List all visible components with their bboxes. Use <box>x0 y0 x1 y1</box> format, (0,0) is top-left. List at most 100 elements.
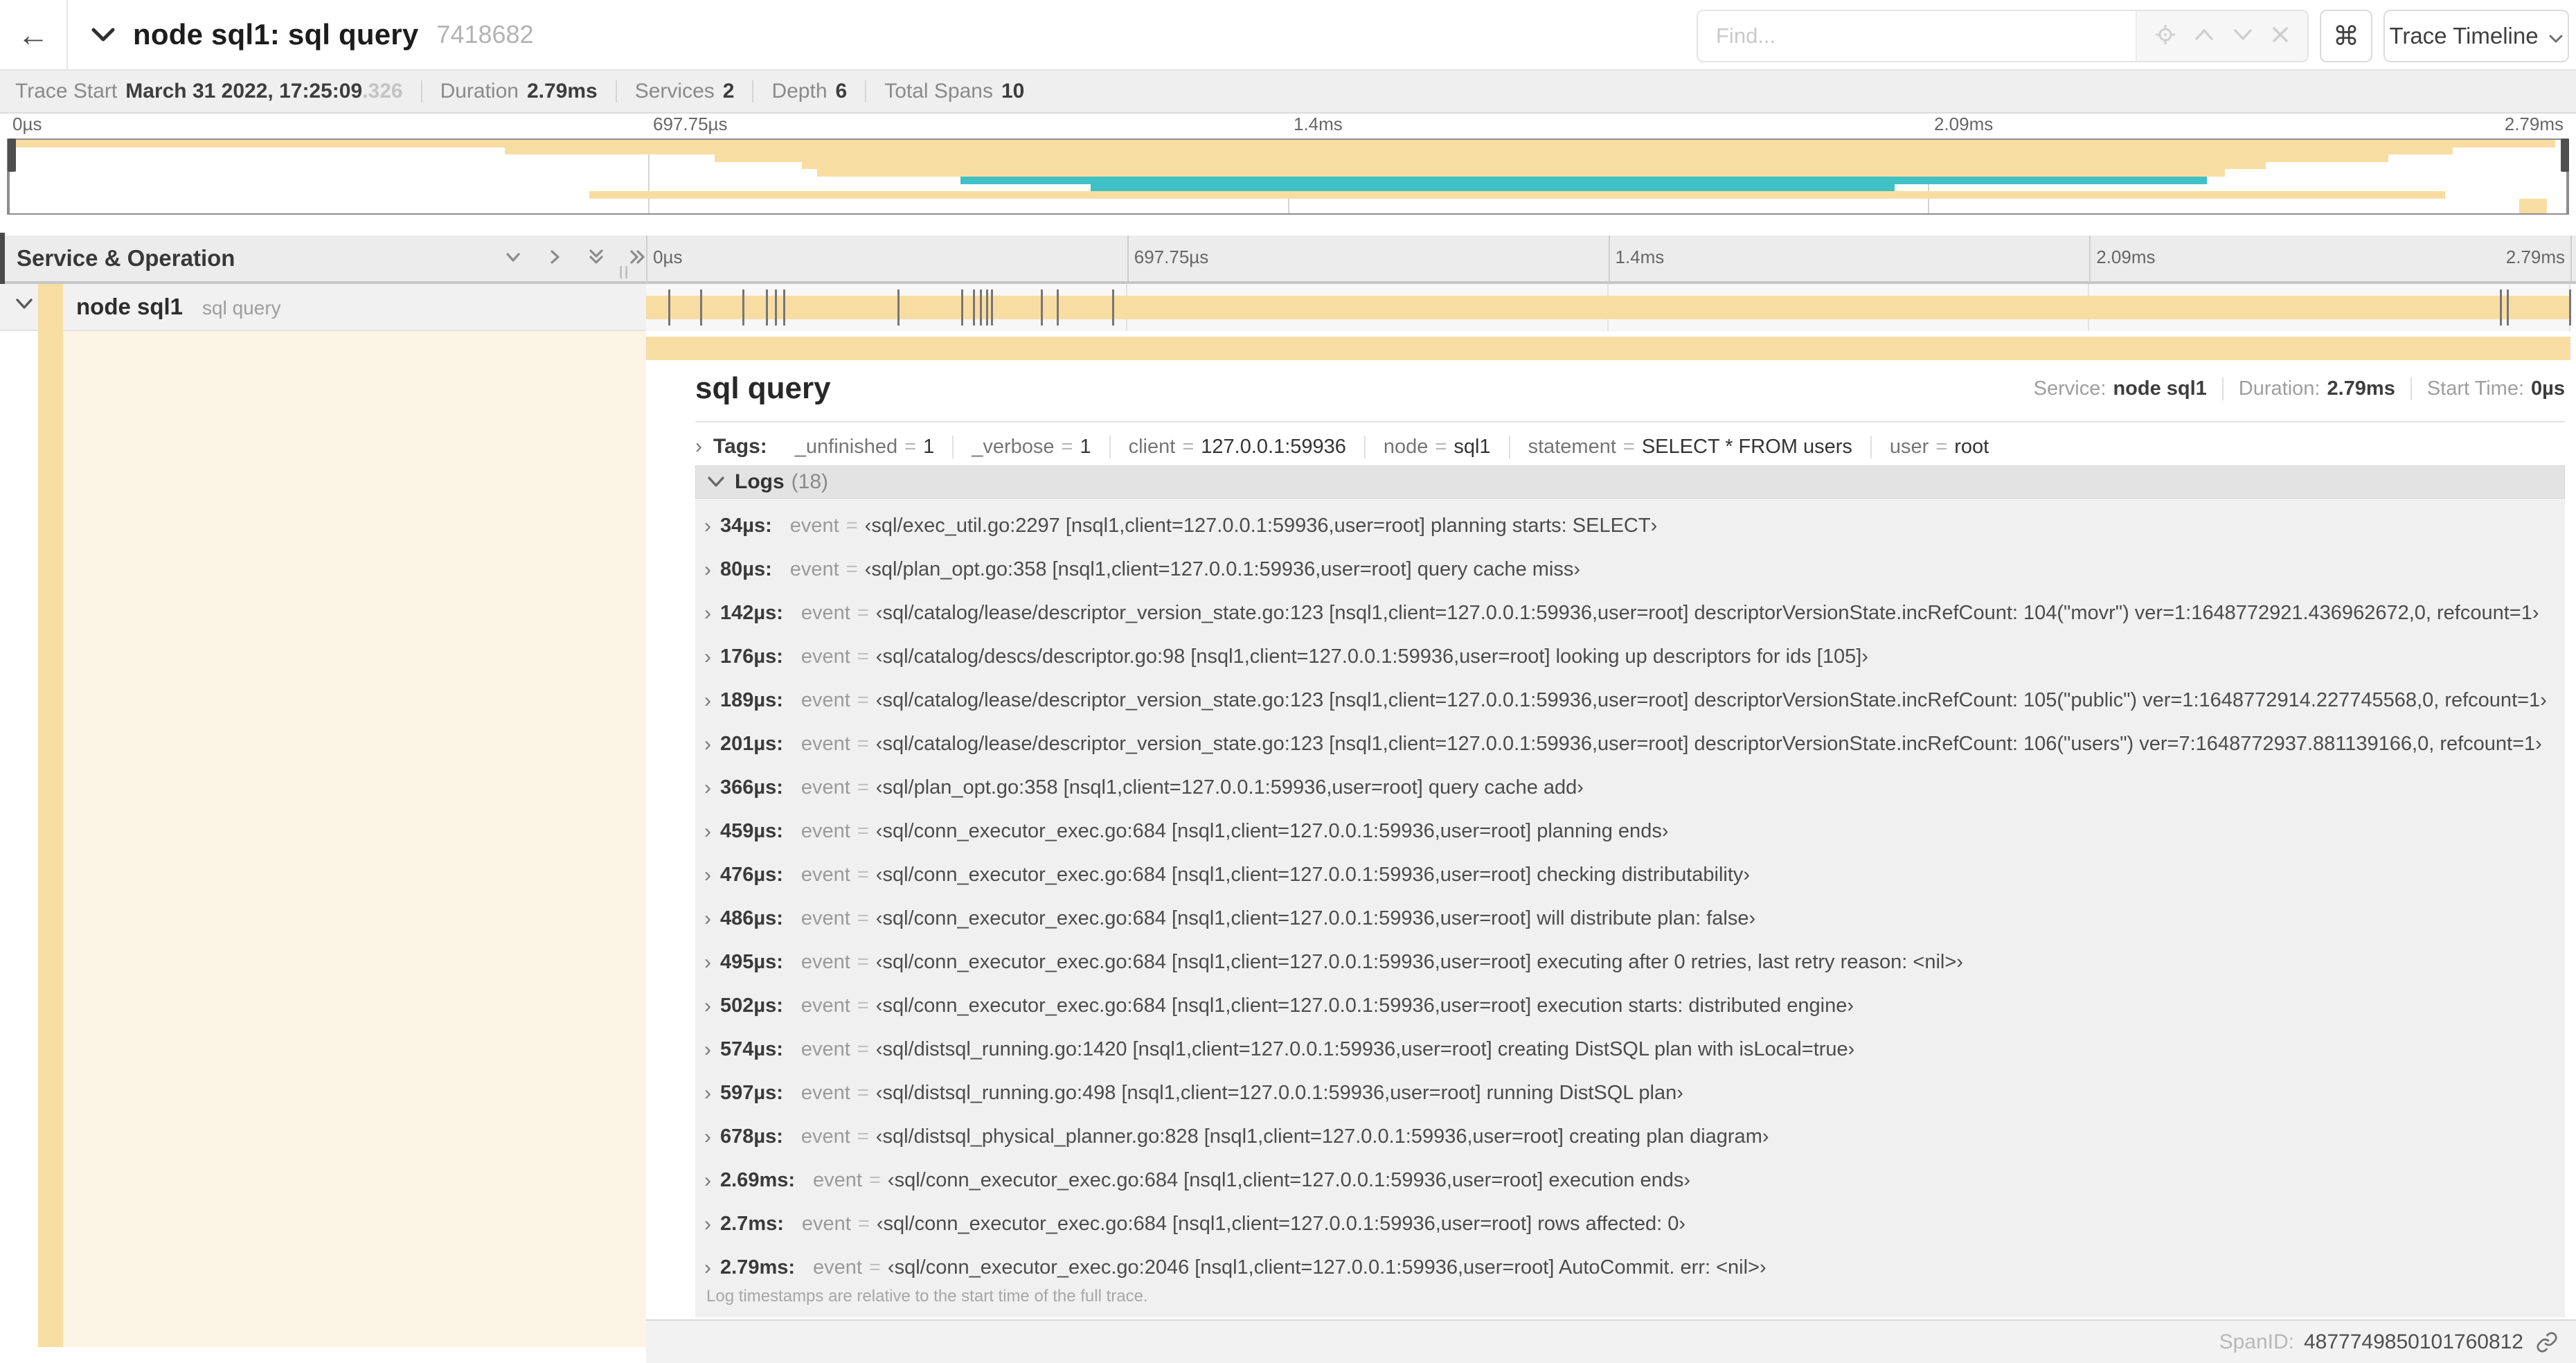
tags-row[interactable]: › Tags: _unfinished = 1 _verbose = 1 client = 12… <box>695 431 2565 463</box>
minimap-left-scrubber-handle[interactable] <box>8 139 16 172</box>
log-value: ‹sql/distsql_running.go:1420 [nsql1,clie… <box>875 1038 1855 1060</box>
stat-divider <box>420 80 422 103</box>
log-equals: = <box>857 602 869 624</box>
minimap-span-bar <box>801 161 2266 170</box>
log-time: 176µs: <box>720 645 783 668</box>
log-marker-tick <box>991 289 994 326</box>
log-row[interactable]: › 142µs: event = ‹sql/catalog/lease/descript… <box>695 591 2565 635</box>
timeline-section-header: Service & Operation 0µs 697.75µs 1.4ms 2.09… <box>0 235 2576 284</box>
log-time: 678µs: <box>720 1125 783 1148</box>
log-marker-tick <box>783 289 786 326</box>
log-chevron-icon: › <box>704 645 711 668</box>
detail-meta-value: 2.79ms <box>2327 377 2395 400</box>
log-time: 502µs: <box>720 995 783 1017</box>
stat-value: 2 <box>722 80 735 103</box>
tag-item: _verbose = 1 <box>952 435 1109 458</box>
ruler-gridline <box>2089 235 2091 281</box>
log-row[interactable]: › 574µs: event = ‹sql/distsql_running.go:142… <box>695 1028 2565 1071</box>
log-equals: = <box>857 1213 870 1235</box>
log-row[interactable]: › 201µs: event = ‹sql/catalog/lease/descript… <box>695 722 2565 766</box>
tag-value: 1 <box>1080 435 1091 458</box>
time-tick-label: 2.09ms <box>1934 114 1994 134</box>
stat-value: 2.79ms <box>526 80 598 103</box>
log-row[interactable]: › 459µs: event = ‹sql/conn_executor_exec.go:… <box>695 810 2565 853</box>
time-tick-label: 0µs <box>653 247 683 267</box>
log-value: ‹sql/catalog/lease/descriptor_version_st… <box>875 602 2539 624</box>
trace-page: ← node sql1: sql query 7418682 ⌘ Trace T… <box>0 0 2576 1363</box>
log-row[interactable]: › 176µs: event = ‹sql/catalog/descs/descript… <box>695 635 2565 679</box>
log-chevron-icon: › <box>704 1212 711 1236</box>
log-chevron-icon: › <box>704 558 711 581</box>
find-prev-icon[interactable] <box>2194 28 2215 45</box>
log-key: event <box>800 1038 850 1060</box>
find-clear-icon[interactable] <box>2271 26 2289 47</box>
log-row[interactable]: › 80µs: event = ‹sql/plan_opt.go:358 [nsql1,… <box>695 548 2565 591</box>
log-row[interactable]: › 2.7ms: event = ‹sql/conn_executor_exec.go:… <box>695 1202 2565 1246</box>
tags-label: Tags: <box>713 435 767 458</box>
detail-meta-value: node sql1 <box>2113 377 2207 400</box>
span-duration-bar[interactable] <box>646 296 2570 319</box>
detail-meta-item: Start Time: 0µs <box>2410 377 2565 400</box>
log-row[interactable]: › 502µs: event = ‹sql/conn_executor_exec.go:… <box>695 984 2565 1028</box>
logs-section-header[interactable]: Logs (18) <box>695 465 2565 499</box>
log-equals: = <box>857 1082 869 1104</box>
log-row[interactable]: › 34µs: event = ‹sql/exec_util.go:2297 [nsql… <box>695 504 2565 548</box>
log-value: ‹sql/distsql_physical_planner.go:828 [ns… <box>875 1125 1769 1148</box>
log-equals: = <box>857 951 869 973</box>
trace-view-select[interactable]: Trace Timeline <box>2383 10 2569 62</box>
log-time: 2.69ms: <box>720 1169 796 1191</box>
find-next-icon[interactable] <box>2233 28 2253 45</box>
log-row[interactable]: › 366µs: event = ‹sql/plan_opt.go:358 [nsql1… <box>695 766 2565 810</box>
collapse-all-icon[interactable] <box>586 247 607 271</box>
span-row: node sql1 sql query <box>0 284 2576 331</box>
log-row[interactable]: › 678µs: event = ‹sql/distsql_physical_plann… <box>695 1115 2565 1159</box>
expand-one-icon[interactable] <box>544 247 565 271</box>
log-chevron-icon: › <box>704 863 711 887</box>
find-input[interactable] <box>1698 11 2136 61</box>
log-key: event <box>800 995 850 1017</box>
log-time: 476µs: <box>720 864 783 886</box>
span-collapse-chevron-icon[interactable] <box>15 298 33 314</box>
chevron-down-icon <box>2548 23 2564 49</box>
log-row[interactable]: › 597µs: event = ‹sql/distsql_running.go:498… <box>695 1071 2565 1115</box>
log-chevron-icon: › <box>704 688 711 712</box>
log-row[interactable]: › 189µs: event = ‹sql/catalog/lease/descript… <box>695 679 2565 722</box>
locate-icon[interactable] <box>2155 24 2176 48</box>
log-equals: = <box>857 776 869 799</box>
command-icon: ⌘ <box>2333 21 2359 51</box>
minimap-right-scrubber-handle[interactable] <box>2561 139 2569 172</box>
log-row[interactable]: › 476µs: event = ‹sql/conn_executor_exec.go:… <box>695 853 2565 897</box>
log-row[interactable]: › 486µs: event = ‹sql/conn_executor_exec.go:… <box>695 897 2565 941</box>
log-row[interactable]: › 495µs: event = ‹sql/conn_executor_exec.go:… <box>695 941 2565 984</box>
log-equals: = <box>857 645 869 668</box>
log-time: 486µs: <box>720 907 783 929</box>
back-button[interactable]: ← <box>0 0 68 69</box>
detail-span-bar <box>646 337 2570 360</box>
keyboard-shortcuts-button[interactable]: ⌘ <box>2320 10 2372 62</box>
log-equals: = <box>857 733 869 755</box>
log-value: ‹sql/catalog/lease/descriptor_version_st… <box>875 689 2547 711</box>
log-row[interactable]: › 2.69ms: event = ‹sql/conn_executor_exec.go… <box>695 1159 2565 1202</box>
span-row-name-cell[interactable]: node sql1 sql query <box>0 284 646 331</box>
page-title: node sql1: sql query <box>133 18 419 51</box>
minimap-canvas[interactable] <box>7 139 2569 215</box>
tag-item: client = 127.0.0.1:59936 <box>1109 435 1364 458</box>
log-value: ‹sql/conn_executor_exec.go:684 [nsql1,cl… <box>875 951 1963 973</box>
log-chevron-icon: › <box>704 601 711 625</box>
log-value: ‹sql/catalog/lease/descriptor_version_st… <box>875 733 2542 755</box>
log-equals: = <box>868 1169 881 1191</box>
minimap-span-bar <box>960 177 2207 184</box>
span-detail-footer: SpanID: 4877749850101760812 <box>646 1319 2576 1363</box>
log-key: event <box>813 1256 862 1279</box>
log-row[interactable]: › 2.79ms: event = ‹sql/conn_executor_exec.go… <box>695 1246 2565 1290</box>
deep-link-icon[interactable] <box>2536 1331 2558 1353</box>
collapse-trace-chevron-icon[interactable] <box>91 27 115 42</box>
trace-id: 7418682 <box>436 20 534 48</box>
log-key: event <box>800 733 850 755</box>
collapse-one-icon[interactable] <box>503 247 524 271</box>
time-tick-label: 1.4ms <box>1294 114 1343 134</box>
timeline-ruler: 0µs 697.75µs 1.4ms 2.09ms 2.79ms <box>646 235 2572 281</box>
log-time: 574µs: <box>720 1038 783 1060</box>
detail-left-tint <box>63 331 646 1347</box>
tag-key: client <box>1128 435 1176 458</box>
